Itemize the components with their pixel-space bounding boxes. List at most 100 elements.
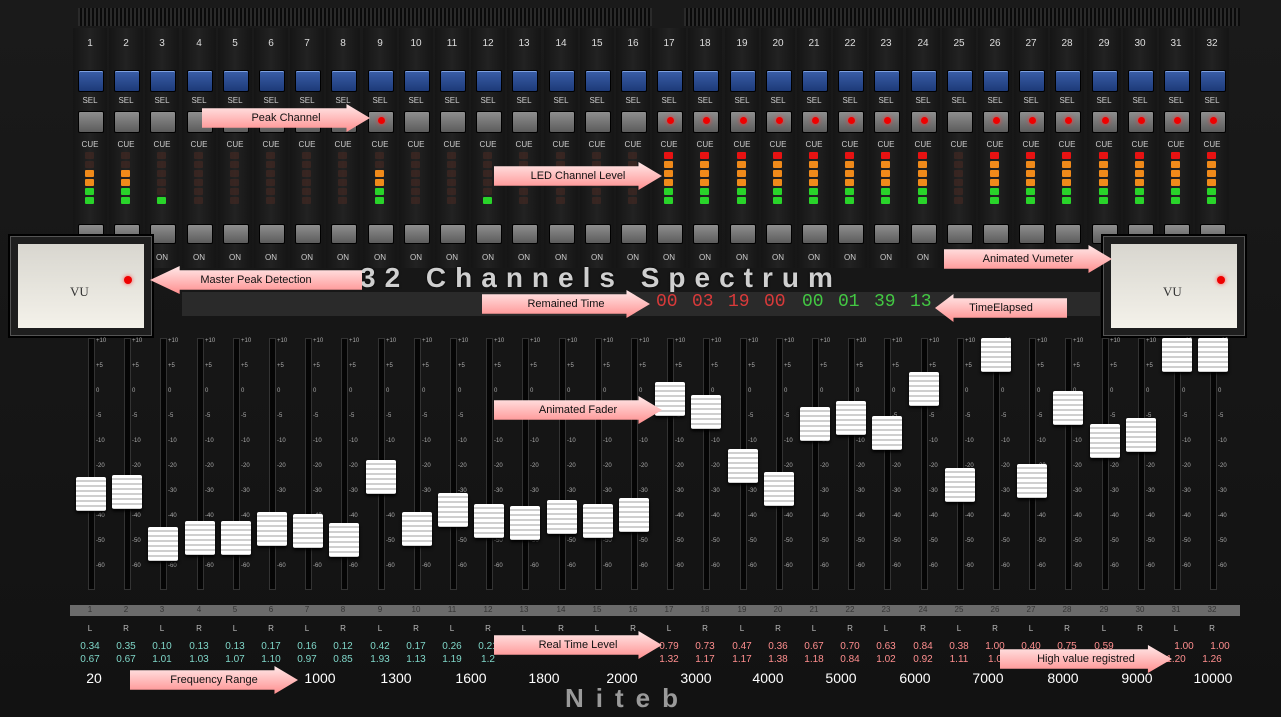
fader-knob[interactable]: [619, 498, 649, 532]
fader-knob[interactable]: [402, 512, 432, 546]
fader-knob[interactable]: [547, 500, 577, 534]
peak-button[interactable]: [693, 111, 719, 133]
peak-button[interactable]: [983, 111, 1009, 133]
select-button[interactable]: [1092, 70, 1118, 92]
fader-knob[interactable]: [474, 504, 504, 538]
peak-button[interactable]: [1055, 111, 1081, 133]
select-button[interactable]: [693, 70, 719, 92]
select-button[interactable]: [368, 70, 394, 92]
select-button[interactable]: [585, 70, 611, 92]
select-button[interactable]: [549, 70, 575, 92]
fader-knob[interactable]: [872, 416, 902, 450]
select-button[interactable]: [621, 70, 647, 92]
fader-knob[interactable]: [691, 395, 721, 429]
select-button[interactable]: [983, 70, 1009, 92]
fader-knob[interactable]: [800, 407, 830, 441]
fader-knob[interactable]: [836, 401, 866, 435]
select-button[interactable]: [295, 70, 321, 92]
peak-button[interactable]: [766, 111, 792, 133]
peak-button[interactable]: [440, 111, 466, 133]
peak-button[interactable]: [802, 111, 828, 133]
peak-button[interactable]: [549, 111, 575, 133]
select-button[interactable]: [331, 70, 357, 92]
select-button[interactable]: [440, 70, 466, 92]
fader-knob[interactable]: [293, 514, 323, 548]
on-button[interactable]: [1019, 224, 1045, 244]
on-button[interactable]: [585, 224, 611, 244]
peak-button[interactable]: [621, 111, 647, 133]
peak-button[interactable]: [114, 111, 140, 133]
select-button[interactable]: [512, 70, 538, 92]
on-button[interactable]: [295, 224, 321, 244]
fader-knob[interactable]: [329, 523, 359, 557]
fader-knob[interactable]: [1198, 338, 1228, 372]
on-button[interactable]: [223, 224, 249, 244]
select-button[interactable]: [802, 70, 828, 92]
peak-button[interactable]: [585, 111, 611, 133]
select-button[interactable]: [1164, 70, 1190, 92]
peak-button[interactable]: [1019, 111, 1045, 133]
on-button[interactable]: [621, 224, 647, 244]
fader-knob[interactable]: [1017, 464, 1047, 498]
peak-button[interactable]: [730, 111, 756, 133]
peak-button[interactable]: [78, 111, 104, 133]
select-button[interactable]: [766, 70, 792, 92]
peak-button[interactable]: [1092, 111, 1118, 133]
peak-button[interactable]: [947, 111, 973, 133]
select-button[interactable]: [78, 70, 104, 92]
on-button[interactable]: [187, 224, 213, 244]
fader-knob[interactable]: [510, 506, 540, 540]
on-button[interactable]: [476, 224, 502, 244]
on-button[interactable]: [947, 224, 973, 244]
fader-knob[interactable]: [1162, 338, 1192, 372]
on-button[interactable]: [838, 224, 864, 244]
fader-knob[interactable]: [764, 472, 794, 506]
on-button[interactable]: [1055, 224, 1081, 244]
fader-knob[interactable]: [583, 504, 613, 538]
select-button[interactable]: [947, 70, 973, 92]
on-button[interactable]: [730, 224, 756, 244]
fader-knob[interactable]: [257, 512, 287, 546]
fader-knob[interactable]: [76, 477, 106, 511]
on-button[interactable]: [549, 224, 575, 244]
on-button[interactable]: [512, 224, 538, 244]
select-button[interactable]: [874, 70, 900, 92]
peak-button[interactable]: [1200, 111, 1226, 133]
on-button[interactable]: [983, 224, 1009, 244]
fader-knob[interactable]: [366, 460, 396, 494]
select-button[interactable]: [1200, 70, 1226, 92]
fader-knob[interactable]: [221, 521, 251, 555]
peak-button[interactable]: [657, 111, 683, 133]
select-button[interactable]: [187, 70, 213, 92]
peak-button[interactable]: [1128, 111, 1154, 133]
peak-button[interactable]: [1164, 111, 1190, 133]
on-button[interactable]: [766, 224, 792, 244]
on-button[interactable]: [874, 224, 900, 244]
fader-knob[interactable]: [728, 449, 758, 483]
on-button[interactable]: [368, 224, 394, 244]
fader-knob[interactable]: [909, 372, 939, 406]
on-button[interactable]: [911, 224, 937, 244]
peak-button[interactable]: [368, 111, 394, 133]
on-button[interactable]: [331, 224, 357, 244]
select-button[interactable]: [838, 70, 864, 92]
select-button[interactable]: [657, 70, 683, 92]
peak-button[interactable]: [404, 111, 430, 133]
peak-button[interactable]: [874, 111, 900, 133]
fader-knob[interactable]: [148, 527, 178, 561]
peak-button[interactable]: [911, 111, 937, 133]
select-button[interactable]: [1019, 70, 1045, 92]
peak-button[interactable]: [476, 111, 502, 133]
select-button[interactable]: [259, 70, 285, 92]
select-button[interactable]: [150, 70, 176, 92]
select-button[interactable]: [404, 70, 430, 92]
select-button[interactable]: [911, 70, 937, 92]
on-button[interactable]: [259, 224, 285, 244]
on-button[interactable]: [802, 224, 828, 244]
select-button[interactable]: [1128, 70, 1154, 92]
select-button[interactable]: [114, 70, 140, 92]
peak-button[interactable]: [150, 111, 176, 133]
select-button[interactable]: [730, 70, 756, 92]
on-button[interactable]: [657, 224, 683, 244]
select-button[interactable]: [1055, 70, 1081, 92]
